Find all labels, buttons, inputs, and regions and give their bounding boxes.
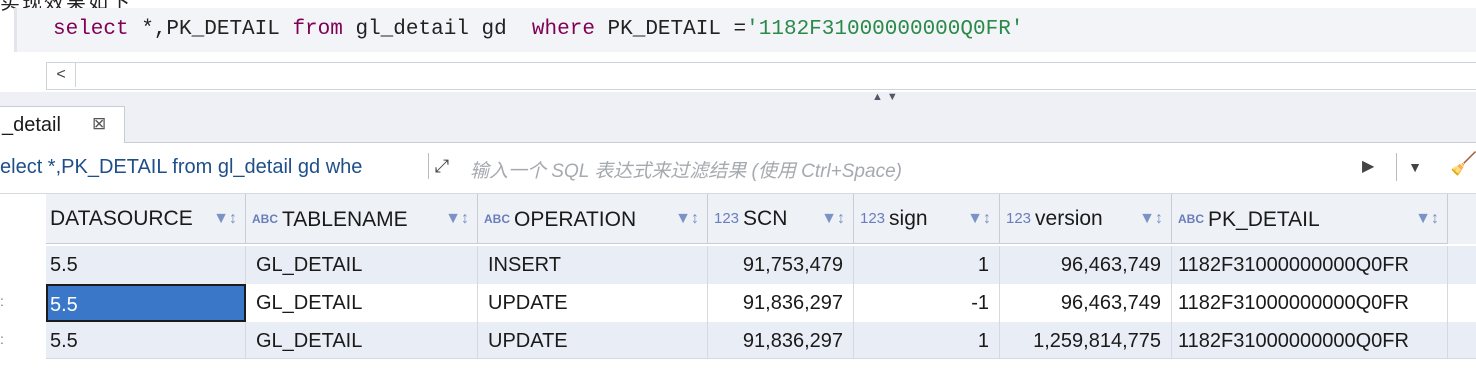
grid-empty-area xyxy=(46,358,1476,373)
heading-cut-off: 实现效果如下 xyxy=(0,0,132,14)
column-name: version xyxy=(1035,207,1103,230)
text-type-icon: ABC xyxy=(484,212,510,226)
table-row[interactable]: 5.5 GL_DETAIL INSERT 91,753,479 1 96,463… xyxy=(46,246,1476,284)
sql-text-condition: PK_DETAIL = xyxy=(594,18,747,41)
filter-sort-icon[interactable]: ▼↕ xyxy=(967,194,991,243)
cell-operation[interactable]: INSERT xyxy=(478,246,708,284)
sql-keyword-where: where xyxy=(531,18,595,41)
row-marker: : xyxy=(0,331,4,347)
tab-label: _detail xyxy=(2,114,61,136)
sql-string-literal: '1182F31000000000Q0FR' xyxy=(746,18,1024,41)
cell-version[interactable]: 1,259,814,775 xyxy=(1000,322,1172,360)
cell-pk-detail[interactable]: 1182F31000000000Q0FR xyxy=(1172,284,1448,322)
cell-pk-detail[interactable]: 1182F31000000000Q0FR xyxy=(1172,322,1448,360)
cell-operation[interactable]: UPDATE xyxy=(478,284,708,322)
sql-keyword-select: select xyxy=(53,18,129,41)
sql-query-line[interactable]: select *,PK_DETAIL from gl_detail gd whe… xyxy=(53,18,1023,41)
column-header-sign[interactable]: 123 sign ▼↕ xyxy=(854,194,1000,244)
panel-sash[interactable]: ▲▼ xyxy=(0,91,1476,104)
close-icon[interactable]: ⊠ xyxy=(92,114,106,134)
column-header-tablename[interactable]: ABC TABLENAME ▼↕ xyxy=(246,194,478,244)
column-header-operation[interactable]: ABC OPERATION ▼↕ xyxy=(478,194,708,244)
number-type-icon: 123 xyxy=(860,210,886,227)
filter-sort-icon[interactable]: ▼↕ xyxy=(213,194,237,243)
number-type-icon: 123 xyxy=(714,210,740,227)
sql-text-columns: *,PK_DETAIL xyxy=(128,18,293,41)
cell-tablename[interactable]: GL_DETAIL xyxy=(246,322,478,360)
sql-keyword-from: from xyxy=(292,18,343,41)
column-name: TABLENAME xyxy=(282,208,408,231)
cell-datasource[interactable]: 5.5 xyxy=(46,246,246,284)
filter-sort-icon[interactable]: ▼↕ xyxy=(1415,194,1439,243)
text-type-icon: ABC xyxy=(1178,212,1204,226)
cell-scn[interactable]: 91,836,297 xyxy=(708,322,854,360)
cell-version[interactable]: 96,463,749 xyxy=(1000,246,1172,284)
cell-sign[interactable]: 1 xyxy=(854,246,1000,284)
column-name: sign xyxy=(889,207,928,230)
grid-header: DATASOURCE ▼↕ ABC TABLENAME ▼↕ ABC OPERATI… xyxy=(46,194,1476,244)
column-header-datasource[interactable]: DATASOURCE ▼↕ xyxy=(46,194,246,244)
cell-operation[interactable]: UPDATE xyxy=(478,322,708,360)
sash-toggle-icon[interactable]: ▲▼ xyxy=(872,91,902,103)
expand-icon[interactable]: ⤢ xyxy=(428,153,455,179)
column-name: SCN xyxy=(743,207,788,230)
column-header-pk-detail[interactable]: ABC PK_DETAIL ▼↕ xyxy=(1172,194,1448,244)
results-tab-bar: _detail ⊠ xyxy=(0,104,1476,143)
cell-version[interactable]: 96,463,749 xyxy=(1000,284,1172,322)
table-row[interactable]: 5.5 GL_DETAIL UPDATE 91,836,297 1 1,259,… xyxy=(46,322,1476,360)
filter-history-dropdown[interactable]: ▼ xyxy=(1396,153,1433,181)
column-header-scn[interactable]: 123 SCN ▼↕ xyxy=(708,194,854,244)
number-type-icon: 123 xyxy=(1006,210,1032,227)
cell-pk-detail[interactable]: 1182F31000000000Q0FR xyxy=(1172,246,1448,284)
column-name: OPERATION xyxy=(514,208,637,231)
cell-sign[interactable]: 1 xyxy=(854,322,1000,360)
text-type-icon: ABC xyxy=(252,212,278,226)
sql-editor[interactable]: select *,PK_DETAIL from gl_detail gd whe… xyxy=(14,8,1476,52)
filter-sort-icon[interactable]: ▼↕ xyxy=(1139,194,1163,243)
filter-bar: elect *,PK_DETAIL from gl_detail gd whe … xyxy=(0,143,1476,194)
filter-sort-icon[interactable]: ▼↕ xyxy=(445,194,469,243)
eraser-icon[interactable]: 🧹 xyxy=(1450,151,1476,177)
results-grid: : : DATASOURCE ▼↕ ABC TABLENAME ▼↕ ABC OPE… xyxy=(0,194,1476,373)
filter-sort-icon[interactable]: ▼↕ xyxy=(675,194,699,243)
cell-tablename[interactable]: GL_DETAIL xyxy=(246,246,478,284)
sql-text-table: gl_detail gd xyxy=(342,18,532,41)
scroll-left-icon[interactable]: < xyxy=(47,63,76,87)
cell-sign[interactable]: -1 xyxy=(854,284,1000,322)
column-header-version[interactable]: 123 version ▼↕ xyxy=(1000,194,1172,244)
table-row[interactable]: 5.5 GL_DETAIL UPDATE 91,836,297 -1 96,46… xyxy=(46,284,1476,322)
result-query-text: elect *,PK_DETAIL from gl_detail gd whe xyxy=(0,156,363,178)
cell-scn[interactable]: 91,836,297 xyxy=(708,284,854,322)
filter-input[interactable]: 输入一个 SQL 表达式来过滤结果 (使用 Ctrl+Space) xyxy=(470,156,902,183)
column-name: PK_DETAIL xyxy=(1208,208,1320,231)
cell-datasource[interactable]: 5.5 xyxy=(46,322,246,360)
row-marker: : xyxy=(0,293,4,309)
row-gutter: : : xyxy=(0,194,46,372)
apply-filter-icon[interactable]: ▶ xyxy=(1362,153,1386,181)
cell-scn[interactable]: 91,753,479 xyxy=(708,246,854,284)
cell-tablename[interactable]: GL_DETAIL xyxy=(246,284,478,322)
filter-sort-icon[interactable]: ▼↕ xyxy=(821,194,845,243)
tab-gl-detail[interactable]: _detail ⊠ xyxy=(0,106,125,143)
cell-datasource-selected[interactable]: 5.5 xyxy=(46,284,246,322)
column-name: DATASOURCE xyxy=(50,207,193,230)
editor-horizontal-scrollbar[interactable]: < xyxy=(46,62,1476,90)
